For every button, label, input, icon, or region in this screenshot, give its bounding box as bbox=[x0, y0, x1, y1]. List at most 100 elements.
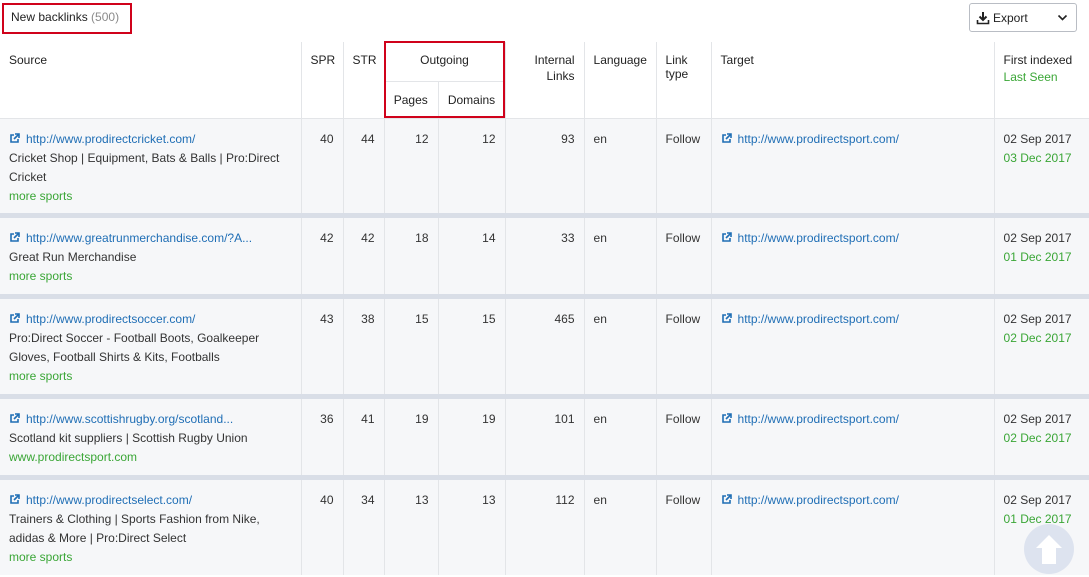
str-cell: 44 bbox=[342, 118, 384, 213]
source-cell: http://www.greatrunmerchandise.com/?A...… bbox=[0, 218, 301, 294]
spr-cell: 43 bbox=[300, 299, 343, 394]
source-title: Scotland kit suppliers | Scottish Rugby … bbox=[9, 431, 248, 445]
internal-links-cell: 465 bbox=[504, 299, 585, 394]
internal-links-cell: 112 bbox=[504, 480, 585, 575]
source-link[interactable]: http://www.scottishrugby.org/scotland... bbox=[9, 412, 233, 426]
external-link-icon bbox=[721, 494, 732, 504]
col-target[interactable]: Target bbox=[710, 42, 995, 118]
target-link[interactable]: http://www.prodirectsport.com/ bbox=[721, 493, 899, 507]
new-backlinks-title: New backlinks (500) bbox=[2, 3, 132, 34]
outgoing-domains-cell: 19 bbox=[437, 399, 506, 475]
language-cell: en bbox=[583, 118, 657, 213]
outgoing-domains-cell: 13 bbox=[437, 480, 506, 575]
language-cell: en bbox=[583, 299, 657, 394]
internal-links-cell: 33 bbox=[504, 218, 585, 294]
export-button[interactable]: Export bbox=[969, 3, 1077, 32]
col-outgoing-domains[interactable]: Domains bbox=[437, 80, 506, 118]
outgoing-pages-cell: 12 bbox=[383, 118, 438, 213]
outgoing-domains-cell: 15 bbox=[437, 299, 506, 394]
spr-cell: 36 bbox=[300, 399, 343, 475]
link-type-cell: Follow bbox=[655, 299, 712, 394]
source-title: Great Run Merchandise bbox=[9, 250, 137, 264]
col-language[interactable]: Language bbox=[583, 42, 657, 118]
first-indexed-date: 02 Sep 2017 bbox=[1003, 131, 1072, 146]
col-outgoing: Outgoing bbox=[383, 42, 506, 81]
table-row: http://www.prodirectsoccer.com/Pro:Direc… bbox=[0, 299, 1089, 394]
arrow-up-icon bbox=[1036, 535, 1062, 564]
outgoing-pages-cell: 18 bbox=[383, 218, 438, 294]
link-type-cell: Follow bbox=[655, 118, 712, 213]
spr-cell: 42 bbox=[300, 218, 343, 294]
source-extra-link[interactable]: more sports bbox=[9, 550, 72, 564]
source-link[interactable]: http://www.greatrunmerchandise.com/?A... bbox=[9, 231, 252, 245]
source-cell: http://www.prodirectselect.com/Trainers … bbox=[0, 480, 301, 575]
col-last-seen[interactable]: Last Seen bbox=[1004, 70, 1081, 84]
source-link[interactable]: http://www.prodirectsoccer.com/ bbox=[9, 312, 195, 326]
table-row: http://www.prodirectselect.com/Trainers … bbox=[0, 480, 1089, 575]
language-cell: en bbox=[583, 218, 657, 294]
col-first-indexed[interactable]: First indexed Last Seen bbox=[993, 42, 1089, 118]
last-seen-date: 01 Dec 2017 bbox=[1003, 512, 1072, 526]
outgoing-domains-cell: 14 bbox=[437, 218, 506, 294]
source-title: Trainers & Clothing | Sports Fashion fro… bbox=[9, 512, 260, 545]
external-link-icon bbox=[10, 132, 20, 143]
source-cell: http://www.prodirectsoccer.com/Pro:Direc… bbox=[0, 299, 301, 394]
target-cell: http://www.prodirectsport.com/ bbox=[710, 299, 995, 394]
table-row: http://www.scottishrugby.org/scotland...… bbox=[0, 399, 1089, 475]
str-cell: 42 bbox=[342, 218, 384, 294]
str-cell: 34 bbox=[342, 480, 384, 575]
last-seen-date: 01 Dec 2017 bbox=[1003, 250, 1072, 264]
target-cell: http://www.prodirectsport.com/ bbox=[710, 480, 995, 575]
link-type-cell: Follow bbox=[655, 480, 712, 575]
source-extra-link[interactable]: www.prodirectsport.com bbox=[9, 450, 137, 464]
download-icon bbox=[976, 11, 990, 24]
last-seen-date: 02 Dec 2017 bbox=[1003, 431, 1072, 445]
str-cell: 38 bbox=[342, 299, 384, 394]
target-cell: http://www.prodirectsport.com/ bbox=[710, 218, 995, 294]
target-link[interactable]: http://www.prodirectsport.com/ bbox=[721, 412, 899, 426]
source-cell: http://www.prodirectcricket.com/Cricket … bbox=[0, 118, 301, 213]
col-source[interactable]: Source bbox=[0, 42, 301, 118]
outgoing-pages-cell: 15 bbox=[383, 299, 438, 394]
internal-links-cell: 93 bbox=[504, 118, 585, 213]
dates-cell: 02 Sep 2017 02 Dec 2017 bbox=[993, 299, 1089, 394]
last-seen-date: 03 Dec 2017 bbox=[1003, 150, 1072, 165]
source-extra-link[interactable]: more sports bbox=[9, 189, 72, 203]
table-row: http://www.prodirectcricket.com/Cricket … bbox=[0, 118, 1089, 213]
scroll-to-top-button[interactable] bbox=[1024, 524, 1074, 574]
source-title: Pro:Direct Soccer - Football Boots, Goal… bbox=[9, 331, 260, 364]
dates-cell: 02 Sep 2017 03 Dec 2017 bbox=[993, 118, 1089, 213]
external-link-icon bbox=[721, 313, 732, 323]
first-indexed-date: 02 Sep 2017 bbox=[1003, 231, 1072, 245]
source-title: Cricket Shop | Equipment, Bats & Balls |… bbox=[9, 150, 280, 184]
chevron-down-icon bbox=[1057, 14, 1068, 21]
source-extra-link[interactable]: more sports bbox=[9, 369, 72, 383]
col-spr[interactable]: SPR bbox=[300, 42, 343, 118]
backlinks-count: (500) bbox=[91, 10, 120, 24]
col-internal-links[interactable]: Internal Links bbox=[504, 42, 585, 118]
first-indexed-date: 02 Sep 2017 bbox=[1003, 412, 1072, 426]
target-cell: http://www.prodirectsport.com/ bbox=[710, 118, 995, 213]
title-label: New backlinks bbox=[11, 10, 88, 24]
internal-links-cell: 101 bbox=[504, 399, 585, 475]
col-link-type[interactable]: Link type bbox=[655, 42, 712, 118]
source-link[interactable]: http://www.prodirectcricket.com/ bbox=[9, 132, 195, 146]
dates-cell: 02 Sep 2017 01 Dec 2017 bbox=[993, 218, 1089, 294]
spr-cell: 40 bbox=[300, 118, 343, 213]
col-outgoing-pages[interactable]: Pages bbox=[384, 80, 438, 118]
external-link-icon bbox=[10, 313, 20, 323]
external-link-icon bbox=[10, 494, 20, 504]
target-link[interactable]: http://www.prodirectsport.com/ bbox=[721, 132, 899, 146]
source-link[interactable]: http://www.prodirectselect.com/ bbox=[9, 493, 192, 507]
target-link[interactable]: http://www.prodirectsport.com/ bbox=[721, 312, 899, 326]
source-extra-link[interactable]: more sports bbox=[9, 269, 72, 283]
target-link[interactable]: http://www.prodirectsport.com/ bbox=[721, 231, 899, 245]
first-indexed-date: 02 Sep 2017 bbox=[1003, 493, 1072, 507]
external-link-icon bbox=[721, 413, 732, 423]
str-cell: 41 bbox=[342, 399, 384, 475]
language-cell: en bbox=[583, 399, 657, 475]
col-str[interactable]: STR bbox=[342, 42, 384, 118]
source-cell: http://www.scottishrugby.org/scotland...… bbox=[0, 399, 301, 475]
last-seen-date: 02 Dec 2017 bbox=[1003, 331, 1072, 345]
backlinks-table: Source SPR STR Outgoing Internal Links La… bbox=[0, 42, 1089, 575]
